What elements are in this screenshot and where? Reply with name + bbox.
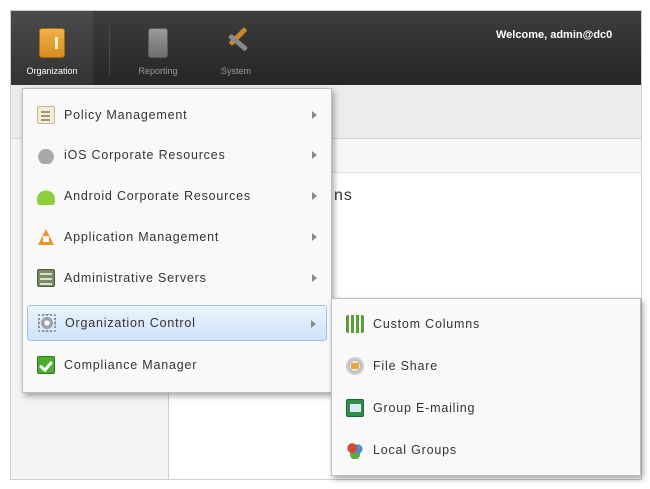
file-share-icon	[346, 357, 364, 375]
android-icon	[37, 187, 55, 205]
welcome-message: Welcome, admin@dc0	[496, 29, 613, 41]
columns-icon	[346, 315, 364, 333]
submenu-item-local-groups[interactable]: Local Groups	[336, 432, 636, 468]
menu-item-label: iOS Corporate Resources	[64, 148, 226, 162]
menu-item-label: Application Management	[64, 230, 220, 244]
menu-item-label: Policy Management	[64, 108, 188, 122]
submenu-item-group-e-mailing[interactable]: Group E-mailing	[336, 390, 636, 426]
submenu-item-label: Group E-mailing	[373, 401, 476, 415]
checkmark-icon	[37, 356, 55, 374]
submenu-item-custom-columns[interactable]: Custom Columns	[336, 306, 636, 342]
submenu-item-label: File Share	[373, 359, 438, 373]
submenu-item-label: Local Groups	[373, 443, 457, 457]
nav-system-label: System	[220, 66, 251, 76]
chevron-right-icon	[312, 274, 317, 282]
menu-item-organization-control[interactable]: Organization Control	[27, 305, 327, 341]
chevron-right-icon	[312, 151, 317, 159]
chevron-right-icon	[312, 233, 317, 241]
menu-item-compliance-manager[interactable]: Compliance Manager	[27, 347, 327, 383]
submenu-item-file-share[interactable]: File Share	[336, 348, 636, 384]
gear-icon	[38, 314, 56, 332]
page-title: ns	[334, 187, 353, 204]
nav-reporting-label: Reporting	[138, 66, 178, 76]
servers-icon	[37, 269, 55, 287]
menu-item-policy-management[interactable]: Policy Management	[27, 97, 327, 133]
menu-item-administrative-servers[interactable]: Administrative Servers	[27, 260, 327, 296]
menu-item-label: Android Corporate Resources	[64, 189, 251, 203]
menu-item-label: Administrative Servers	[64, 271, 207, 285]
nav-system-button[interactable]: System	[201, 11, 271, 85]
submenu-item-label: Custom Columns	[373, 317, 481, 331]
organization-dropdown-menu: Policy Management iOS Corporate Resource…	[22, 88, 332, 393]
apple-icon	[37, 146, 55, 164]
nav-organization-label: Organization	[26, 66, 78, 76]
menu-item-label: Organization Control	[65, 316, 196, 330]
menu-item-ios-corporate-resources[interactable]: iOS Corporate Resources	[27, 137, 327, 173]
policy-document-icon	[37, 106, 55, 124]
reporting-icon	[148, 28, 168, 58]
organization-control-submenu: Custom Columns File Share Group E-mailin…	[331, 298, 641, 476]
menu-item-label: Compliance Manager	[64, 358, 198, 372]
nav-divider	[109, 21, 110, 75]
nav-organization-button[interactable]: Organization	[11, 11, 93, 85]
top-navigation-bar: Organization Reporting System Welcome, a…	[11, 11, 641, 85]
menu-item-application-management[interactable]: Application Management	[27, 219, 327, 255]
groups-icon	[346, 441, 364, 459]
nav-reporting-button[interactable]: Reporting	[123, 11, 193, 85]
tools-icon	[223, 28, 249, 58]
organization-icon	[39, 28, 65, 58]
chevron-right-icon	[311, 320, 316, 328]
app-store-icon	[37, 228, 55, 246]
chevron-right-icon	[312, 111, 317, 119]
mail-icon	[346, 399, 364, 417]
chevron-right-icon	[312, 192, 317, 200]
menu-item-android-corporate-resources[interactable]: Android Corporate Resources	[27, 178, 327, 214]
